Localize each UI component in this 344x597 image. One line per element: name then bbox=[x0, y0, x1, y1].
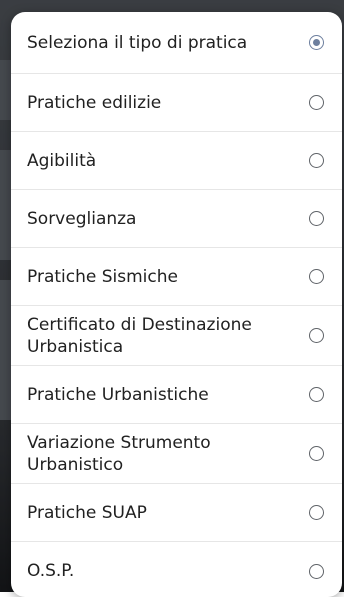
option-label: Agibilità bbox=[27, 150, 97, 171]
radio-unselected-icon[interactable] bbox=[309, 95, 324, 110]
option-label: Pratiche Urbanistiche bbox=[27, 384, 209, 405]
option-label: Variazione Strumento Urbanistico bbox=[27, 432, 211, 475]
radio-unselected-icon[interactable] bbox=[309, 153, 324, 168]
radio-unselected-icon[interactable] bbox=[309, 387, 324, 402]
option-certificato-destinazione-urbanistica[interactable]: Certificato di Destinazione Urbanistica bbox=[11, 306, 342, 366]
option-sorveglianza[interactable]: Sorveglianza bbox=[11, 190, 342, 248]
option-label: Pratiche Sismiche bbox=[27, 266, 178, 287]
radio-unselected-icon[interactable] bbox=[309, 211, 324, 226]
option-label: O.S.P. bbox=[27, 561, 75, 581]
option-label: Pratiche edilizie bbox=[27, 92, 162, 113]
radio-unselected-icon[interactable] bbox=[309, 505, 324, 520]
radio-unselected-icon[interactable] bbox=[309, 446, 324, 461]
option-pratiche-urbanistiche[interactable]: Pratiche Urbanistiche bbox=[11, 366, 342, 424]
radio-unselected-icon[interactable] bbox=[309, 328, 324, 343]
option-osp[interactable]: O.S.P. bbox=[11, 542, 342, 597]
option-variazione-strumento-urbanistico[interactable]: Variazione Strumento Urbanistico bbox=[11, 424, 342, 484]
option-agibilita[interactable]: Agibilità bbox=[11, 132, 342, 190]
option-pratiche-sismiche[interactable]: Pratiche Sismiche bbox=[11, 248, 342, 306]
option-label: Certificato di Destinazione Urbanistica bbox=[27, 314, 252, 357]
radio-unselected-icon[interactable] bbox=[309, 563, 324, 579]
option-label: Pratiche SUAP bbox=[27, 502, 147, 523]
radio-selected-icon[interactable] bbox=[309, 35, 324, 50]
option-label: Sorveglianza bbox=[27, 208, 137, 229]
option-seleziona-tipo[interactable]: Seleziona il tipo di pratica bbox=[11, 12, 342, 74]
radio-unselected-icon[interactable] bbox=[309, 269, 324, 284]
option-label: Seleziona il tipo di pratica bbox=[27, 32, 248, 53]
practice-type-dialog: Seleziona il tipo di pratica Pratiche ed… bbox=[11, 12, 342, 597]
option-pratiche-suap[interactable]: Pratiche SUAP bbox=[11, 484, 342, 542]
option-pratiche-edilizie[interactable]: Pratiche edilizie bbox=[11, 74, 342, 132]
